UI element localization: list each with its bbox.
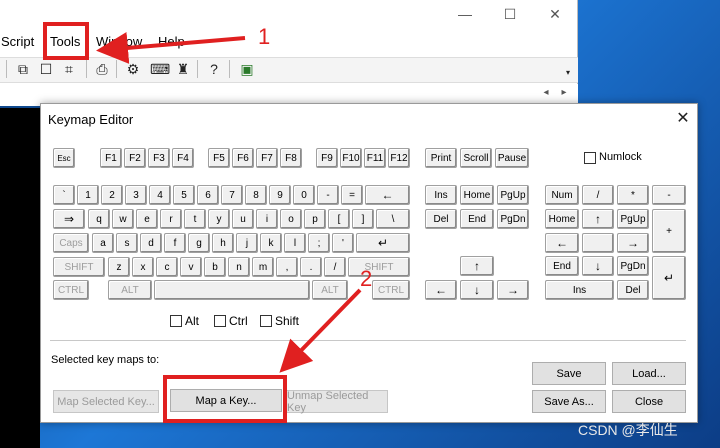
- arrow-to-tools: [96, 32, 246, 64]
- annotation-number-1: 1: [258, 24, 271, 49]
- annotation-number-2: 2: [360, 266, 373, 291]
- watermark: CSDN @李仙生: [578, 422, 678, 438]
- arrow-to-map-a-key: [279, 288, 362, 373]
- annotation-arrows: [96, 32, 362, 373]
